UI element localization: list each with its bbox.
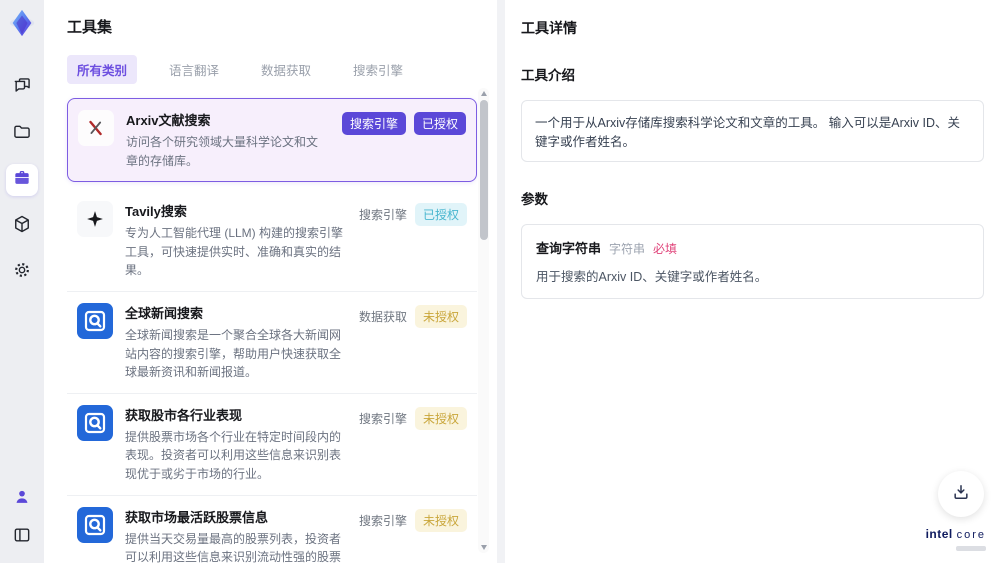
intel-core-subtext [956,546,986,551]
tab-search-engine[interactable]: 搜索引擎 [343,55,413,84]
param-name: 查询字符串 [536,241,602,256]
app-window: 工具集 所有类别 语言翻译 数据获取 搜索引擎 Arxiv文献搜索 访问各个研究… [0,0,1000,563]
news-search-icon [77,302,113,339]
gear-icon [12,260,32,285]
tool-detail-panel: 工具详情 工具介绍 一个用于从Arxiv存储库搜索科学论文和文章的工具。 输入可… [505,0,1000,563]
tool-card-global-news[interactable]: 全球新闻搜索 全球新闻搜索是一个聚合全球各大新闻网站内容的搜索引擎，帮助用户快速… [67,291,477,394]
arxiv-logo-icon [78,110,114,146]
tool-card-stock-sectors[interactable]: 获取股市各行业表现 提供股票市场各个行业在特定时间段内的表现。投资者可以利用这些… [67,393,477,496]
tool-card-active-stocks[interactable]: 获取市场最活跃股票信息 提供当天交易量最高的股票列表，投资者可以利用这些信息来识… [67,495,477,563]
download-button[interactable] [938,471,984,517]
sidebar-item-tools[interactable] [6,164,38,196]
tool-description: 专为人工智能代理 (LLM) 构建的搜索引擎工具，可快速提供实时、准确和真实的结… [125,226,344,278]
tool-name: 获取市场最活跃股票信息 [125,509,269,525]
panel-divider [497,0,505,563]
tool-card-tavily[interactable]: Tavily搜索 专为人工智能代理 (LLM) 构建的搜索引擎工具，可快速提供实… [67,190,477,292]
tool-description: 访问各个研究领域大量科学论文和文章的存储库。 [126,135,319,168]
news-search-icon [77,404,113,441]
tool-list-panel: 工具集 所有类别 语言翻译 数据获取 搜索引擎 Arxiv文献搜索 访问各个研究… [44,0,497,563]
tavily-star-icon [77,201,113,238]
sidebar-item-files[interactable] [6,118,38,150]
tool-name: Arxiv文献搜索 [126,113,211,128]
detail-title: 工具详情 [521,20,577,36]
sidebar-item-chat[interactable] [6,72,38,104]
page-title: 工具集 [67,19,113,36]
scrollbar-thumb[interactable] [479,100,488,240]
tab-data-fetch[interactable]: 数据获取 [251,55,321,84]
tool-name: 获取股市各行业表现 [125,407,243,423]
panel-toggle-icon [12,525,32,550]
category-label: 搜索引擎 [358,208,407,223]
scroll-down-arrow-icon[interactable] [481,545,487,550]
param-type: 字符串 [609,242,646,256]
intel-core-logo: intel core [926,525,986,551]
sidebar-item-collapse[interactable] [6,521,38,553]
category-label: 数据获取 [358,309,407,324]
user-icon [12,487,32,512]
auth-badge: 未授权 [414,508,467,532]
core-brand-text: core [956,529,986,542]
param-item: 查询字符串 字符串 必填 用于搜索的Arxiv ID、关键字或作者姓名。 [521,224,984,299]
auth-badge: 已授权 [414,203,467,227]
toolbox-icon [12,168,32,193]
tab-language-translation[interactable]: 语言翻译 [159,55,229,84]
sidebar-item-settings[interactable] [6,256,38,288]
tool-list-scrollbar[interactable] [478,88,489,553]
auth-badge: 未授权 [414,304,467,328]
cube-icon [12,214,32,239]
param-description: 用于搜索的Arxiv ID、关键字或作者姓名。 [536,270,768,284]
tool-list: Arxiv文献搜索 访问各个研究领域大量科学论文和文章的存储库。 搜索引擎 已授… [67,98,477,563]
folder-icon [12,122,32,147]
tab-all-categories[interactable]: 所有类别 [67,55,138,84]
intro-box: 一个用于从Arxiv存储库搜索科学论文和文章的工具。 输入可以是Arxiv ID… [521,100,984,162]
tool-description: 全球新闻搜索是一个聚合全球各大新闻网站内容的搜索引擎，帮助用户快速获取全球最新资… [125,327,342,380]
category-label: 搜索引擎 [358,513,407,528]
download-icon [951,482,971,507]
tool-description: 提供股票市场各个行业在特定时间段内的表现。投资者可以利用这些信息来识别表现优于或… [125,429,342,481]
tool-name: 全球新闻搜索 [125,305,204,321]
sidebar-item-packages[interactable] [6,210,38,242]
intel-brand-text: intel [925,527,953,542]
param-required-flag: 必填 [653,242,678,256]
intro-heading: 工具介绍 [521,68,575,83]
scroll-up-arrow-icon[interactable] [481,91,487,96]
chat-icon [12,76,32,101]
auth-badge: 未授权 [414,406,467,430]
sidebar-item-account[interactable] [6,483,38,515]
app-logo[interactable] [7,8,37,38]
params-heading: 参数 [521,192,548,207]
sidebar-rail [0,0,44,563]
auth-badge: 已授权 [413,112,466,135]
category-badge: 搜索引擎 [341,112,406,135]
category-label: 搜索引擎 [358,411,407,426]
news-search-icon [77,506,113,543]
tool-card-arxiv[interactable]: Arxiv文献搜索 访问各个研究领域大量科学论文和文章的存储库。 搜索引擎 已授… [67,98,477,183]
category-tabs: 所有类别 语言翻译 数据获取 搜索引擎 [67,55,497,84]
tool-name: Tavily搜索 [125,204,187,220]
tool-description: 提供当天交易量最高的股票列表，投资者可以利用这些信息来识别流动性强的股票和潜在的… [125,531,342,563]
